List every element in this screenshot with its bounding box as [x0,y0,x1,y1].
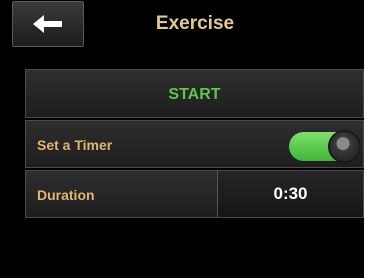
exercise-screen: Exercise START Set a Timer Duration 0:30 [0,0,364,278]
start-label: START [168,86,221,103]
duration-value[interactable]: 0:30 [218,171,363,217]
page-title: Exercise [155,13,235,34]
set-timer-row: Set a Timer [25,120,364,168]
toggle-knob [328,130,361,163]
set-timer-label: Set a Timer [37,137,113,153]
arrow-left-icon [33,15,62,33]
start-button[interactable]: START [25,69,364,118]
duration-label: Duration [37,187,95,203]
timer-toggle[interactable] [289,130,361,163]
back-button[interactable] [12,1,84,47]
duration-row: Duration 0:30 [25,170,364,218]
